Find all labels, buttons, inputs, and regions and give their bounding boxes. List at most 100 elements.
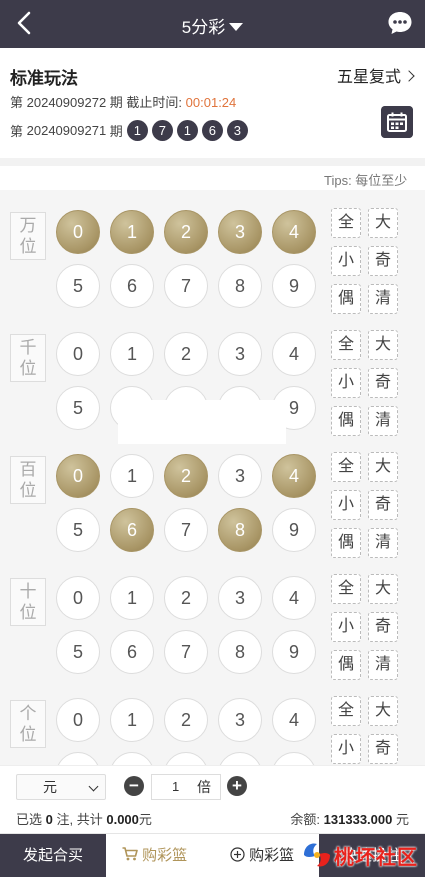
last-draw-results: 17163 — [123, 120, 248, 141]
number-ball[interactable]: 1 — [110, 332, 154, 376]
number-ball[interactable]: 0 — [56, 210, 100, 254]
quick-select-button[interactable]: 全 — [331, 696, 361, 726]
quick-select-button[interactable]: 清 — [368, 284, 398, 314]
number-ball[interactable]: 9 — [272, 264, 316, 308]
quick-select-button[interactable]: 小 — [331, 734, 361, 764]
quick-select-button[interactable]: 奇 — [368, 246, 398, 276]
number-ball[interactable]: 2 — [164, 698, 208, 742]
number-ball[interactable]: 6 — [110, 508, 154, 552]
number-ball[interactable]: 2 — [164, 210, 208, 254]
number-ball[interactable]: 1 — [110, 210, 154, 254]
balance-unit: 元 — [395, 812, 409, 827]
number-ball[interactable]: 4 — [272, 332, 316, 376]
number-ball[interactable]: 8 — [218, 752, 262, 765]
number-ball[interactable]: 3 — [218, 332, 262, 376]
quick-select-button[interactable]: 清 — [368, 650, 398, 680]
quick-select-button[interactable]: 奇 — [368, 368, 398, 398]
number-ball[interactable]: 6 — [110, 752, 154, 765]
quick-select-button[interactable]: 全 — [331, 330, 361, 360]
number-ball[interactable]: 3 — [218, 576, 262, 620]
result-ball: 3 — [226, 120, 248, 141]
number-ball[interactable]: 4 — [272, 454, 316, 498]
number-ball[interactable]: 3 — [218, 698, 262, 742]
number-ball[interactable]: 0 — [56, 698, 100, 742]
quick-select-button[interactable]: 偶 — [331, 406, 361, 436]
cart-button[interactable]: 购彩篮 — [122, 834, 187, 877]
number-ball[interactable]: 6 — [110, 264, 154, 308]
quick-select-button[interactable]: 全 — [331, 452, 361, 482]
number-ball[interactable]: 1 — [110, 454, 154, 498]
number-ball[interactable]: 5 — [56, 630, 100, 674]
number-ball[interactable]: 7 — [164, 630, 208, 674]
number-ball[interactable]: 3 — [218, 454, 262, 498]
quick-select-button[interactable]: 奇 — [368, 734, 398, 764]
balance: 余额: 131333.000 元 — [290, 809, 409, 828]
current-issue-prefix: 第 — [10, 95, 24, 110]
number-ball[interactable]: 7 — [164, 508, 208, 552]
position-label-line: 位 — [19, 237, 37, 256]
number-ball[interactable]: 3 — [218, 210, 262, 254]
number-ball[interactable]: 9 — [272, 508, 316, 552]
total-amount: 0.000 — [106, 812, 139, 827]
number-ball[interactable]: 5 — [56, 752, 100, 765]
quick-select-button[interactable]: 小 — [331, 246, 361, 276]
position-label-line: 千 — [19, 338, 37, 357]
add-to-cart-button[interactable]: 购彩篮 — [230, 834, 294, 877]
number-ball[interactable]: 0 — [56, 454, 100, 498]
number-ball[interactable]: 2 — [164, 454, 208, 498]
quick-select-button[interactable]: 奇 — [368, 612, 398, 642]
quick-select-button[interactable]: 小 — [331, 612, 361, 642]
quick-select-button[interactable]: 偶 — [331, 650, 361, 680]
number-ball[interactable]: 5 — [56, 264, 100, 308]
group-buy-button[interactable]: 发起合买 — [0, 834, 106, 877]
number-ball[interactable]: 8 — [218, 630, 262, 674]
number-ball[interactable]: 4 — [272, 210, 316, 254]
number-ball[interactable]: 1 — [110, 698, 154, 742]
play-mode-selector[interactable]: 五星复式 — [336, 63, 415, 87]
number-ball[interactable]: 2 — [164, 332, 208, 376]
number-ball[interactable]: 8 — [218, 264, 262, 308]
multiplier-input[interactable]: 1 倍 — [151, 774, 221, 800]
quick-select-button[interactable]: 小 — [331, 490, 361, 520]
number-ball[interactable]: 5 — [56, 508, 100, 552]
plus-button[interactable]: + — [227, 776, 247, 796]
quick-select-button[interactable]: 大 — [368, 452, 398, 482]
quick-select-button[interactable]: 大 — [368, 208, 398, 238]
quick-select-button[interactable]: 全 — [331, 574, 361, 604]
chat-icon[interactable] — [387, 10, 413, 36]
number-ball[interactable]: 1 — [110, 576, 154, 620]
quick-select-button[interactable]: 大 — [368, 696, 398, 726]
calendar-icon[interactable] — [381, 106, 413, 138]
minus-button[interactable]: − — [124, 776, 144, 796]
number-ball[interactable]: 5 — [56, 386, 100, 430]
number-ball[interactable]: 4 — [272, 576, 316, 620]
quick-select-button[interactable]: 清 — [368, 528, 398, 558]
number-ball[interactable]: 2 — [164, 576, 208, 620]
quick-select-button[interactable]: 奇 — [368, 490, 398, 520]
quick-select-button[interactable]: 全 — [331, 208, 361, 238]
multiplier-unit: 倍 — [197, 779, 211, 795]
number-ball[interactable]: 6 — [110, 630, 154, 674]
dropdown-arrow-icon — [88, 781, 99, 792]
number-ball[interactable]: 7 — [164, 264, 208, 308]
lottery-type-selector[interactable]: 5分彩 — [0, 13, 425, 38]
number-ball[interactable]: 9 — [272, 630, 316, 674]
quick-select-button[interactable]: 大 — [368, 574, 398, 604]
result-ball: 6 — [201, 120, 223, 141]
number-ball[interactable]: 0 — [56, 576, 100, 620]
unit-select[interactable]: 元 — [16, 774, 106, 800]
quick-select-button[interactable]: 偶 — [331, 528, 361, 558]
number-ball[interactable]: 8 — [218, 508, 262, 552]
play-mode-label: 五星复式 — [336, 69, 401, 86]
number-ball[interactable]: 0 — [56, 332, 100, 376]
result-ball: 1 — [126, 120, 148, 141]
quick-select-button[interactable]: 清 — [368, 406, 398, 436]
number-ball[interactable]: 9 — [272, 752, 316, 765]
number-ball[interactable]: 7 — [164, 752, 208, 765]
number-ball[interactable]: 4 — [272, 698, 316, 742]
quick-select-button[interactable]: 大 — [368, 330, 398, 360]
quick-select-button[interactable]: 小 — [331, 368, 361, 398]
last-issue-number: 20240909271 — [26, 123, 107, 138]
position-label-line: 位 — [19, 725, 37, 744]
quick-select-button[interactable]: 偶 — [331, 284, 361, 314]
